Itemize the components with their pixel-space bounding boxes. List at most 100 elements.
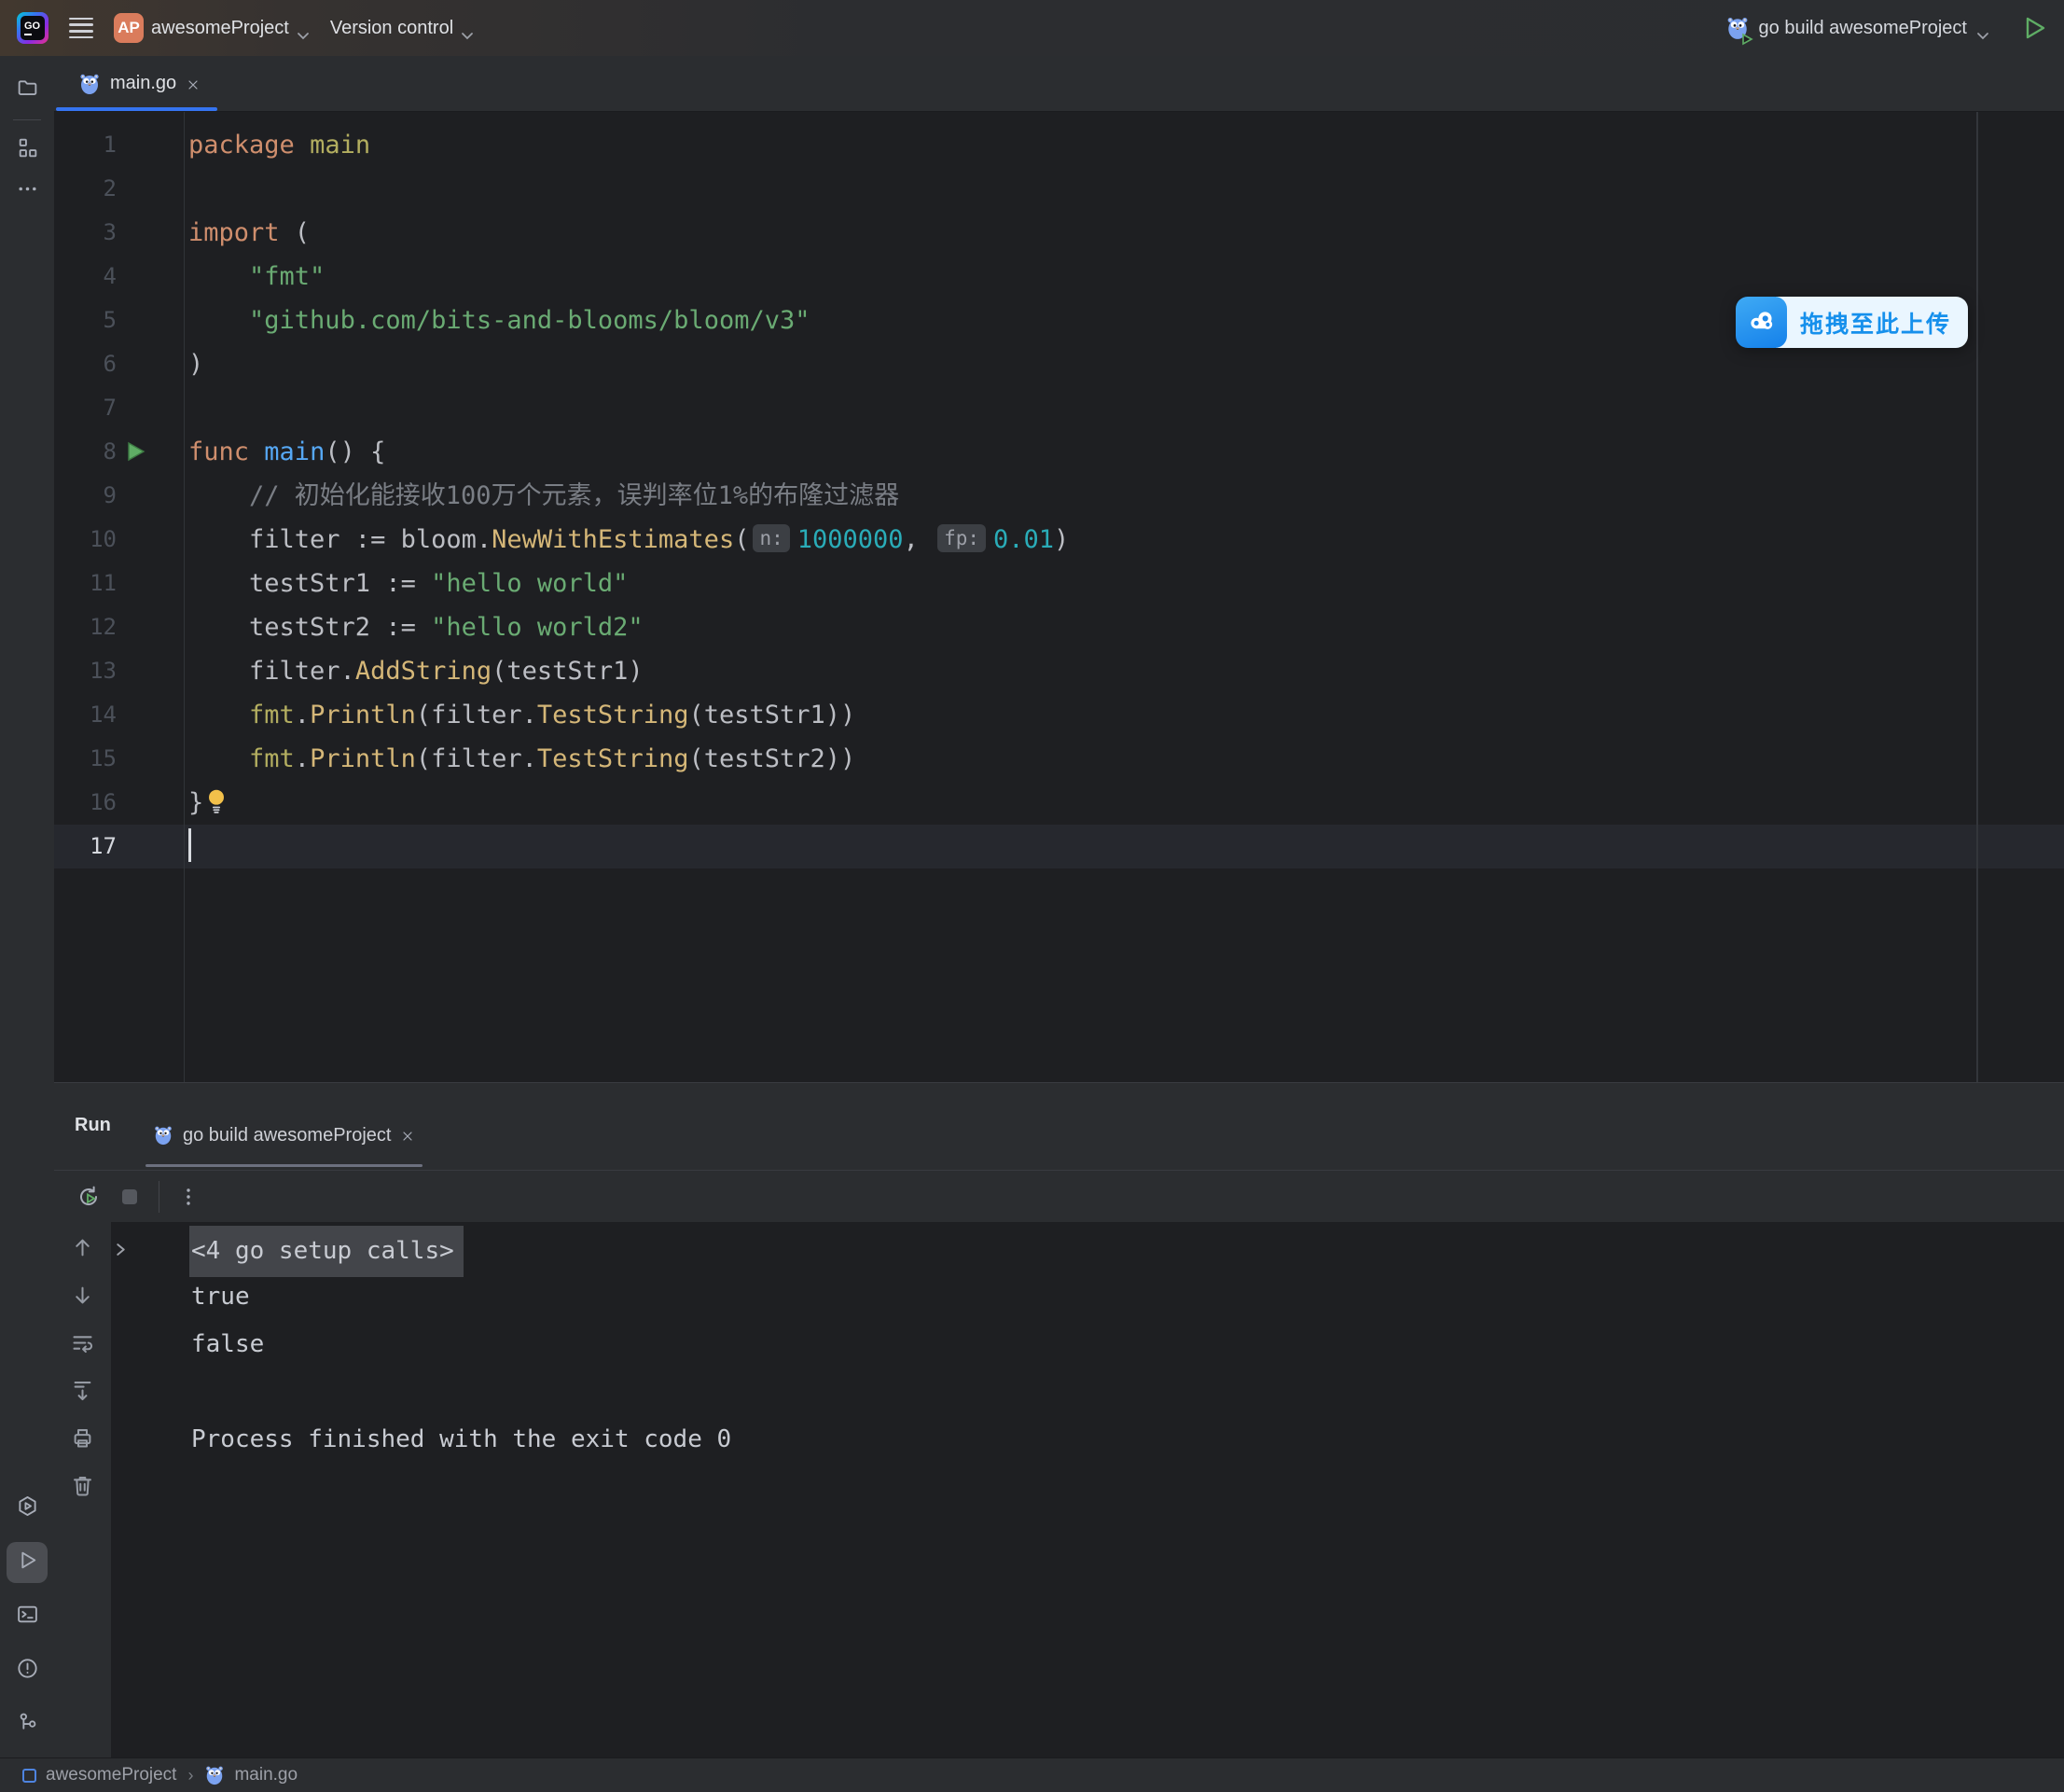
version-control-menu[interactable]: Version control xyxy=(330,18,474,39)
soft-wrap-button[interactable] xyxy=(70,1330,95,1360)
code-line-11[interactable]: 11 testStr1 := "hello world" xyxy=(54,562,2064,605)
code-line-1[interactable]: 1 package main xyxy=(54,123,2064,167)
intention-bulb-icon[interactable] xyxy=(205,785,228,811)
code-text: filter := bloom.NewWithEstimates(n:10000… xyxy=(188,518,1069,562)
line-number: 11 xyxy=(54,562,117,605)
code-line-4[interactable]: 4 "fmt" xyxy=(54,255,2064,299)
editor-tab-bar: main.go xyxy=(54,56,2064,112)
code-line-12[interactable]: 12 testStr2 := "hello world2" xyxy=(54,605,2064,649)
scroll-to-end-button[interactable] xyxy=(70,1378,95,1408)
line-number: 6 xyxy=(54,342,117,386)
run-gutter-icon[interactable] xyxy=(123,439,147,464)
code-line-15[interactable]: 15 fmt.Println(filter.TestString(testStr… xyxy=(54,737,2064,781)
code-line-8[interactable]: 8func main() { xyxy=(54,430,2064,474)
project-widget[interactable]: AP awesomeProject xyxy=(114,13,310,43)
console-line-2: true xyxy=(111,1273,2064,1321)
goland-logo-icon: GO xyxy=(17,12,48,44)
go-file-icon xyxy=(204,1765,225,1785)
console-text: Process finished with the exit code 0 xyxy=(191,1416,731,1464)
tool-window-stripe-bottom xyxy=(0,1488,54,1745)
chevron-down-icon xyxy=(461,24,474,33)
line-number: 4 xyxy=(54,255,117,299)
clear-console-button[interactable] xyxy=(70,1473,95,1503)
console-line-5: Process finished with the exit code 0 xyxy=(111,1416,2064,1464)
code-text: // 初始化能接收100万个元素，误判率位1%的布隆过滤器 xyxy=(188,474,899,518)
services-tool-button[interactable] xyxy=(7,1488,48,1529)
line-number: 9 xyxy=(54,474,117,518)
breadcrumb-file[interactable]: main.go xyxy=(234,1765,298,1785)
code-line-6[interactable]: 6) xyxy=(54,342,2064,386)
close-icon[interactable] xyxy=(400,1128,415,1143)
project-badge: AP xyxy=(114,13,144,43)
run-console: <4 go setup calls>truefalse Process finis… xyxy=(54,1222,2064,1757)
project-tool-button[interactable] xyxy=(7,69,48,110)
code-line-3[interactable]: 3import ( xyxy=(54,211,2064,255)
close-icon[interactable] xyxy=(186,76,201,91)
text-caret xyxy=(188,828,191,862)
code-line-10[interactable]: 10 filter := bloom.NewWithEstimates(n:10… xyxy=(54,518,2064,562)
line-number: 10 xyxy=(54,518,117,562)
run-configuration-selector[interactable]: go build awesomeProject xyxy=(1725,16,1989,40)
code-text: fmt.Println(filter.TestString(testStr1)) xyxy=(188,693,855,737)
up-stacktrace-button[interactable] xyxy=(70,1235,95,1265)
run-panel-title: Run xyxy=(75,1115,111,1136)
baidu-netdisk-upload-overlay[interactable]: 拖拽至此上传 xyxy=(1736,297,1968,348)
stop-button[interactable] xyxy=(118,1185,142,1209)
breadcrumb-project[interactable]: awesomeProject xyxy=(46,1765,176,1785)
code-text: "github.com/bits-and-blooms/bloom/v3" xyxy=(188,299,810,342)
code-text: fmt.Println(filter.TestString(testStr2)) xyxy=(188,737,855,781)
expand-icon[interactable] xyxy=(114,1226,131,1273)
more-tools-button[interactable] xyxy=(7,171,48,212)
upload-label: 拖拽至此上传 xyxy=(1800,306,1951,340)
breadcrumb-separator: › xyxy=(186,1766,195,1785)
code-line-9[interactable]: 9 // 初始化能接收100万个元素，误判率位1%的布隆过滤器 xyxy=(54,474,2064,518)
run-tab[interactable]: go build awesomeProject xyxy=(144,1104,424,1167)
run-toolbar xyxy=(54,1170,2064,1223)
code-line-13[interactable]: 13 filter.AddString(testStr1) xyxy=(54,649,2064,693)
code-line-2[interactable]: 2 xyxy=(54,167,2064,211)
console-line-1[interactable]: <4 go setup calls> xyxy=(111,1226,2064,1273)
line-number: 7 xyxy=(54,386,117,430)
main-menu-icon[interactable] xyxy=(69,18,93,38)
console-text: false xyxy=(191,1321,264,1368)
code-line-16[interactable]: 16} xyxy=(54,781,2064,825)
code-text: testStr1 := "hello world" xyxy=(188,562,628,605)
print-button[interactable] xyxy=(70,1425,95,1455)
console-text: true xyxy=(191,1273,250,1321)
more-options-button[interactable] xyxy=(176,1185,201,1209)
line-number: 5 xyxy=(54,299,117,342)
line-number: 12 xyxy=(54,605,117,649)
down-stacktrace-button[interactable] xyxy=(70,1283,95,1313)
code-text: ) xyxy=(188,342,203,386)
line-number: 2 xyxy=(54,167,117,211)
code-text: filter.AddString(testStr1) xyxy=(188,649,644,693)
line-number: 1 xyxy=(54,123,117,167)
console-toolbar xyxy=(54,1222,111,1757)
tab-main-go[interactable]: main.go xyxy=(54,56,219,111)
code-text: package main xyxy=(188,123,370,167)
go-file-run-icon xyxy=(153,1125,173,1146)
line-number: 17 xyxy=(54,825,117,868)
run-tool-button[interactable] xyxy=(7,1542,48,1583)
inlay-hint: fp: xyxy=(937,524,986,552)
code-editor[interactable]: 1 package main 23import (4 "fmt"5 "github.… xyxy=(54,112,2064,1082)
rerun-button[interactable] xyxy=(76,1185,101,1209)
code-line-7[interactable]: 7 xyxy=(54,386,2064,430)
line-number: 15 xyxy=(54,737,117,781)
main-toolbar: GO AP awesomeProject Version control go … xyxy=(0,0,2064,56)
terminal-tool-button[interactable] xyxy=(7,1596,48,1637)
code-line-14[interactable]: 14 fmt.Println(filter.TestString(testStr… xyxy=(54,693,2064,737)
code-line-17[interactable]: 17 xyxy=(54,825,2064,868)
run-button[interactable] xyxy=(2023,15,2047,41)
run-tool-window-header: Run go build awesomeProject xyxy=(54,1082,2064,1222)
go-file-icon xyxy=(78,73,101,95)
chevron-down-icon xyxy=(1976,24,1989,33)
line-number: 13 xyxy=(54,649,117,693)
code-text: testStr2 := "hello world2" xyxy=(188,605,644,649)
code-text: func main() { xyxy=(188,430,385,474)
version-control-tool-button[interactable] xyxy=(7,1704,48,1745)
structure-tool-button[interactable] xyxy=(7,130,48,171)
status-bar: awesomeProject › main.go xyxy=(0,1757,2064,1792)
chevron-down-icon xyxy=(297,24,310,33)
problems-tool-button[interactable] xyxy=(7,1650,48,1691)
